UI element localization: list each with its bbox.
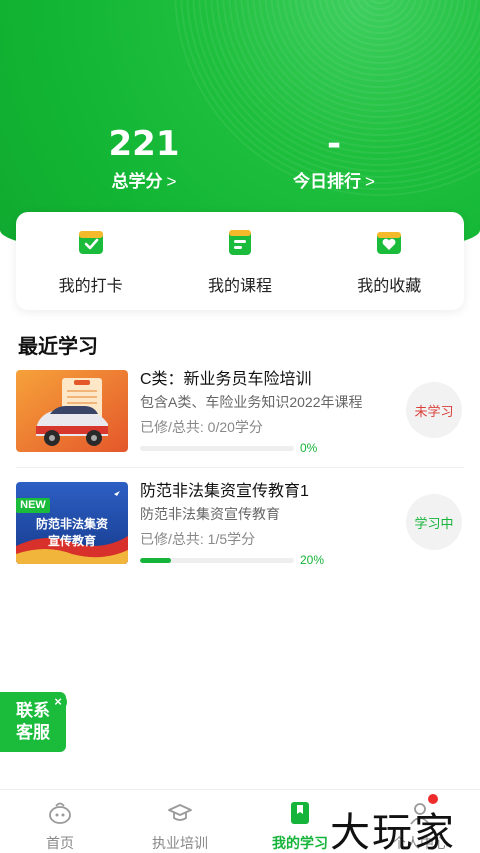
chevron-right-icon: > [166, 172, 177, 191]
progress-fill [140, 557, 171, 563]
thumb-text-line1: 防范非法集资 [35, 517, 108, 531]
daily-rank-text: 今日排行 [293, 172, 362, 191]
checkin-icon [78, 230, 103, 254]
home-icon [49, 802, 71, 824]
progress-percent: 0% [300, 441, 318, 455]
daily-rank-label[interactable]: 今日排行 > [214, 170, 454, 194]
progress-bar [140, 557, 294, 563]
recent-learning-title: 最近学习 [18, 336, 98, 358]
progress-bar [140, 445, 294, 451]
tab-home[interactable]: 首页 [0, 790, 120, 853]
quick-action-favorites[interactable]: 我的收藏 [329, 227, 449, 296]
course-info: 防范非法集资宣传教育1 防范非法集资宣传教育 已修/总共: 1/5学分 20% [140, 482, 390, 567]
quick-action-courses[interactable]: 我的课程 [180, 227, 300, 296]
progress-percent: 20% [300, 553, 325, 567]
customer-service-line2: 客服 [16, 723, 50, 742]
course-card[interactable]: NEW 防范非法集资 宣传教育 防范非法集资宣传教育1 防范非法集资宣传教育 已… [16, 482, 464, 572]
course-subtitle: 包含A类、车险业务知识2022年课程 [140, 394, 363, 410]
course-status-badge[interactable]: 学习中 [406, 494, 462, 550]
quick-actions-card: 我的打卡 我的课程 我的收藏 [16, 212, 464, 310]
course-progress-text: 已修/总共: 1/5学分 [140, 531, 256, 547]
course-title: 防范非法集资宣传教育1 [140, 483, 309, 500]
course-thumbnail-car [16, 370, 128, 452]
graduation-cap-icon [168, 804, 192, 821]
tab-label: 执业培训 [152, 835, 208, 851]
course-progress-text: 已修/总共: 0/20学分 [140, 419, 263, 435]
progress-row: 0% [140, 441, 390, 455]
quick-action-label: 我的打卡 [58, 277, 123, 295]
course-thumbnail-anti-fraud: NEW 防范非法集资 宣传教育 [16, 482, 128, 564]
tab-label: 首页 [46, 835, 74, 851]
total-credits-text: 总学分 [111, 172, 163, 191]
daily-rank-value: - [326, 124, 342, 164]
tab-training[interactable]: 执业培训 [120, 790, 240, 853]
new-badge: NEW [20, 499, 46, 511]
watermark-logo: 大玩家 [330, 810, 456, 853]
course-info: C类：新业务员车险培训 包含A类、车险业务知识2022年课程 已修/总共: 0/… [140, 370, 390, 455]
favorite-icon [377, 231, 402, 254]
daily-rank-stat[interactable]: - 今日排行 > [214, 124, 454, 194]
course-subtitle: 防范非法集资宣传教育 [140, 506, 280, 522]
course-card[interactable]: C类：新业务员车险培训 包含A类、车险业务知识2022年课程 已修/总共: 0/… [16, 370, 464, 460]
quick-action-checkin[interactable]: 我的打卡 [31, 227, 151, 296]
course-title: C类：新业务员车险培训 [140, 371, 312, 388]
chevron-right-icon: > [365, 172, 375, 191]
course-icon [228, 229, 251, 255]
course-status-badge[interactable]: 未学习 [406, 382, 462, 438]
progress-row: 20% [140, 553, 390, 567]
close-icon[interactable]: × [49, 693, 67, 711]
quick-action-label: 我的收藏 [357, 277, 422, 295]
divider [16, 467, 464, 468]
bookmark-book-icon [291, 802, 309, 824]
thumb-text-line2: 宣传教育 [47, 534, 96, 548]
quick-action-label: 我的课程 [207, 277, 272, 295]
